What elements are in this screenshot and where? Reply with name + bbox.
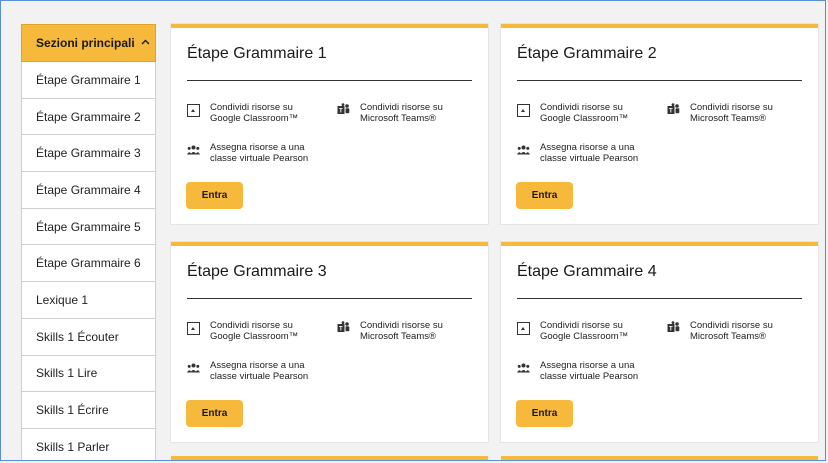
sidebar-item-etape-grammaire-5[interactable]: Étape Grammaire 5 bbox=[21, 208, 156, 246]
pearson-line1: Assegna risorse a una bbox=[540, 142, 635, 153]
sidebar-item-label: Skills 1 Lire bbox=[36, 366, 98, 381]
google-line2: Google Classroom™ bbox=[540, 113, 629, 124]
share-microsoft-teams[interactable]: T Condividi risorse su Microsoft Teams® bbox=[667, 102, 773, 124]
users-group-icon bbox=[517, 145, 530, 158]
assign-pearson-class[interactable]: Assegna risorse a una classe virtuale Pea… bbox=[187, 142, 308, 164]
assign-pearson-class[interactable]: Assegna risorse a una classe virtuale Pea… bbox=[187, 360, 308, 382]
svg-text:T: T bbox=[339, 327, 343, 333]
card-title: Étape Grammaire 1 bbox=[187, 45, 327, 62]
enter-button[interactable]: Entra bbox=[186, 400, 243, 427]
users-group-icon bbox=[187, 145, 200, 158]
card-title: Étape Grammaire 2 bbox=[517, 45, 657, 62]
google-classroom-icon bbox=[517, 104, 530, 117]
users-group-icon bbox=[517, 363, 530, 376]
google-line1: Condividi risorse su bbox=[210, 102, 293, 113]
assign-pearson-class[interactable]: Assegna risorse a una classe virtuale Pea… bbox=[517, 360, 638, 382]
sidebar-item-label: Étape Grammaire 3 bbox=[36, 146, 141, 161]
sidebar-item-etape-grammaire-2[interactable]: Étape Grammaire 2 bbox=[21, 98, 156, 136]
sidebar-item-label: Skills 1 Écrire bbox=[36, 403, 109, 418]
svg-text:T: T bbox=[669, 327, 673, 333]
pearson-line1: Assegna risorse a una bbox=[210, 360, 305, 371]
microsoft-teams-icon: T bbox=[337, 103, 350, 116]
share-microsoft-teams[interactable]: T Condividi risorse su Microsoft Teams® bbox=[337, 102, 443, 124]
enter-button[interactable]: Entra bbox=[516, 182, 573, 209]
enter-button[interactable]: Entra bbox=[186, 182, 243, 209]
sidebar-item-skills-1-ecouter[interactable]: Skills 1 Écouter bbox=[21, 318, 156, 356]
sidebar-item-label: Étape Grammaire 1 bbox=[36, 72, 141, 87]
teams-line2: Microsoft Teams® bbox=[360, 331, 436, 342]
card-title: Étape Grammaire 3 bbox=[187, 263, 327, 280]
sidebar-item-lexique-1[interactable]: Lexique 1 bbox=[21, 282, 156, 319]
teams-line1: Condividi risorse su bbox=[690, 320, 773, 331]
google-line1: Condividi risorse su bbox=[540, 102, 623, 113]
sidebar-item-etape-grammaire-1[interactable]: Étape Grammaire 1 bbox=[21, 62, 156, 99]
google-classroom-icon bbox=[187, 104, 200, 117]
sidebar-item-label: Skills 1 Parler bbox=[36, 439, 110, 454]
share-google-classroom[interactable]: Condividi risorse su Google Classroom™ bbox=[517, 320, 628, 342]
sidebar-item-label: Étape Grammaire 6 bbox=[36, 256, 141, 271]
google-classroom-icon bbox=[517, 322, 530, 335]
section-card-peek bbox=[171, 456, 488, 460]
divider bbox=[187, 298, 472, 299]
section-card: Étape Grammaire 1 Condividi risorse su Go… bbox=[171, 24, 488, 224]
pearson-line1: Assegna risorse a una bbox=[540, 360, 635, 371]
share-google-classroom[interactable]: Condividi risorse su Google Classroom™ bbox=[187, 102, 298, 124]
pearson-line2: classe virtuale Pearson bbox=[210, 371, 309, 382]
sidebar-item-label: Étape Grammaire 2 bbox=[36, 109, 141, 124]
sidebar-item-etape-grammaire-3[interactable]: Étape Grammaire 3 bbox=[21, 135, 156, 173]
sidebar-item-label: Skills 1 Écouter bbox=[36, 329, 119, 344]
sidebar-item-skills-1-lire[interactable]: Skills 1 Lire bbox=[21, 355, 156, 393]
share-google-classroom[interactable]: Condividi risorse su Google Classroom™ bbox=[517, 102, 628, 124]
sidebar-item-skills-1-ecrire[interactable]: Skills 1 Écrire bbox=[21, 392, 156, 429]
sidebar-item-etape-grammaire-6[interactable]: Étape Grammaire 6 bbox=[21, 245, 156, 283]
share-google-classroom[interactable]: Condividi risorse su Google Classroom™ bbox=[187, 320, 298, 342]
sidebar: Sezioni principali Étape Grammaire 1 Éta… bbox=[21, 24, 156, 460]
sidebar-header[interactable]: Sezioni principali bbox=[21, 24, 156, 62]
teams-line2: Microsoft Teams® bbox=[360, 113, 436, 124]
google-line2: Google Classroom™ bbox=[210, 113, 299, 124]
divider bbox=[517, 80, 802, 81]
divider bbox=[517, 298, 802, 299]
google-line2: Google Classroom™ bbox=[540, 331, 629, 342]
google-line1: Condividi risorse su bbox=[540, 320, 623, 331]
section-card: Étape Grammaire 3 Condividi risorse su Go… bbox=[171, 242, 488, 442]
section-card: Étape Grammaire 4 Condividi risorse su Go… bbox=[501, 242, 818, 442]
sidebar-item-label: Étape Grammaire 5 bbox=[36, 219, 141, 234]
teams-line1: Condividi risorse su bbox=[690, 102, 773, 113]
svg-text:T: T bbox=[339, 109, 343, 115]
teams-line2: Microsoft Teams® bbox=[690, 331, 766, 342]
divider bbox=[187, 80, 472, 81]
pearson-line2: classe virtuale Pearson bbox=[210, 153, 309, 164]
microsoft-teams-icon: T bbox=[667, 321, 680, 334]
chevron-up-icon bbox=[141, 37, 150, 48]
teams-line1: Condividi risorse su bbox=[360, 102, 443, 113]
page-frame: Sezioni principali Étape Grammaire 1 Éta… bbox=[0, 0, 826, 461]
enter-button[interactable]: Entra bbox=[516, 400, 573, 427]
pearson-line1: Assegna risorse a una bbox=[210, 142, 305, 153]
teams-line1: Condividi risorse su bbox=[360, 320, 443, 331]
microsoft-teams-icon: T bbox=[667, 103, 680, 116]
microsoft-teams-icon: T bbox=[337, 321, 350, 334]
share-microsoft-teams[interactable]: T Condividi risorse su Microsoft Teams® bbox=[667, 320, 773, 342]
pearson-line2: classe virtuale Pearson bbox=[540, 153, 639, 164]
section-card: Étape Grammaire 2 Condividi risorse su Go… bbox=[501, 24, 818, 224]
share-microsoft-teams[interactable]: T Condividi risorse su Microsoft Teams® bbox=[337, 320, 443, 342]
google-line2: Google Classroom™ bbox=[210, 331, 299, 342]
sidebar-item-etape-grammaire-4[interactable]: Étape Grammaire 4 bbox=[21, 172, 156, 209]
section-card-peek bbox=[501, 456, 818, 460]
google-line1: Condividi risorse su bbox=[210, 320, 293, 331]
google-classroom-icon bbox=[187, 322, 200, 335]
svg-text:T: T bbox=[669, 109, 673, 115]
assign-pearson-class[interactable]: Assegna risorse a una classe virtuale Pea… bbox=[517, 142, 638, 164]
sidebar-header-label: Sezioni principali bbox=[36, 36, 135, 50]
card-title: Étape Grammaire 4 bbox=[517, 263, 657, 280]
teams-line2: Microsoft Teams® bbox=[690, 113, 766, 124]
pearson-line2: classe virtuale Pearson bbox=[540, 371, 639, 382]
sidebar-item-label: Lexique 1 bbox=[36, 292, 89, 307]
sidebar-item-label: Étape Grammaire 4 bbox=[36, 182, 141, 197]
sidebar-item-skills-1-parler[interactable]: Skills 1 Parler bbox=[21, 428, 156, 460]
users-group-icon bbox=[187, 363, 200, 376]
